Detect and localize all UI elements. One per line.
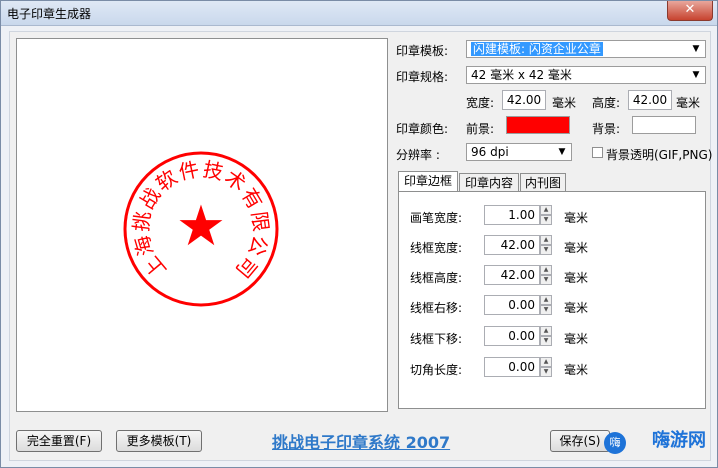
width-unit: 毫米 [552, 96, 577, 110]
seal-ring-char: 挑 [129, 210, 155, 233]
height-input[interactable]: 42.00 [628, 90, 672, 110]
fg-color-swatch[interactable] [506, 116, 570, 134]
color-label: 印章颜色: [396, 122, 449, 136]
frame-width-unit: 毫米 [564, 241, 589, 255]
corner-length-stepper[interactable]: 0.00 ▲ ▼ [484, 357, 552, 377]
spin-down-icon[interactable]: ▼ [540, 275, 552, 285]
seal-ring-char: 限 [247, 210, 273, 233]
spin-down-icon[interactable]: ▼ [540, 215, 552, 225]
template-select[interactable]: 闪建模板: 闪资企业公章 ▼ [466, 40, 706, 58]
spin-up-icon[interactable]: ▲ [540, 265, 552, 275]
corner-length-unit: 毫米 [564, 363, 589, 377]
spin-down-icon[interactable]: ▼ [540, 336, 552, 346]
spin-down-icon[interactable]: ▼ [540, 305, 552, 315]
tab-inner-image[interactable]: 内刊图 [520, 173, 566, 191]
size-label: 印章规格: [396, 70, 449, 84]
bg-label: 背景: [592, 122, 621, 136]
pen-width-input[interactable]: 1.00 [484, 205, 540, 225]
client-area: ★ 上海挑战软件技术有限公司 印章模板: 闪建模板: 闪资企业公章 ▼ 印章规格:… [9, 31, 713, 461]
width-label: 宽度: [466, 96, 495, 110]
spin-up-icon[interactable]: ▲ [540, 295, 552, 305]
frame-width-label: 线框宽度: [410, 241, 463, 255]
frame-width-input[interactable]: 42.00 [484, 235, 540, 255]
pen-width-stepper[interactable]: 1.00 ▲ ▼ [484, 205, 552, 225]
corner-length-input[interactable]: 0.00 [484, 357, 540, 377]
title-bar: 电子印章生成器 ✕ [1, 1, 717, 26]
window-title: 电子印章生成器 [7, 7, 92, 21]
chevron-down-icon[interactable]: ▼ [689, 68, 703, 82]
frame-right-label: 线框右移: [410, 301, 463, 315]
seal-graphic: ★上海挑战软件 技术有限公司 [123, 151, 279, 307]
spin-up-icon[interactable]: ▲ [540, 326, 552, 336]
template-select-value: 闪建模板: 闪资企业公章 [471, 42, 603, 56]
width-input[interactable]: 42.00 [502, 90, 546, 110]
height-label: 高度: [592, 96, 621, 110]
frame-right-stepper[interactable]: 0.00 ▲ ▼ [484, 295, 552, 315]
size-select[interactable]: 42 毫米 x 42 毫米 ▼ [466, 66, 706, 84]
more-templates-button[interactable]: 更多模板(T) [116, 430, 202, 452]
frame-down-label: 线框下移: [410, 332, 463, 346]
dpi-label: 分辨率 : [396, 148, 440, 162]
transparent-checkbox[interactable] [592, 147, 603, 158]
frame-down-input[interactable]: 0.00 [484, 326, 540, 346]
watermark-text: 嗨游网 [652, 430, 706, 451]
reset-button[interactable]: 完全重置(F) [16, 430, 102, 452]
seal-preview-canvas: ★ 上海挑战软件技术有限公司 [16, 38, 388, 412]
height-unit: 毫米 [676, 96, 701, 110]
seal-ring-char: 海 [130, 233, 159, 259]
frame-height-label: 线框高度: [410, 271, 463, 285]
pen-width-unit: 毫米 [564, 211, 589, 225]
spin-up-icon[interactable]: ▲ [540, 205, 552, 215]
save-button[interactable]: 保存(S) [550, 430, 610, 452]
spin-down-icon[interactable]: ▼ [540, 245, 552, 255]
frame-height-input[interactable]: 42.00 [484, 265, 540, 285]
dpi-select-value: 96 dpi [471, 145, 509, 159]
seal-ring-char: 技 [201, 157, 225, 185]
size-select-value: 42 毫米 x 42 毫米 [471, 68, 572, 82]
spin-up-icon[interactable]: ▲ [540, 235, 552, 245]
bg-color-swatch[interactable] [632, 116, 696, 134]
frame-right-unit: 毫米 [564, 301, 589, 315]
chevron-down-icon[interactable]: ▼ [689, 42, 703, 56]
chevron-down-icon[interactable]: ▼ [555, 145, 569, 159]
seal-star-icon: ★ [176, 194, 226, 259]
seal-ring-char: 件 [177, 157, 201, 185]
spin-up-icon[interactable]: ▲ [540, 357, 552, 367]
frame-height-unit: 毫米 [564, 271, 589, 285]
frame-down-stepper[interactable]: 0.00 ▲ ▼ [484, 326, 552, 346]
frame-down-unit: 毫米 [564, 332, 589, 346]
pen-width-label: 画笔宽度: [410, 211, 463, 225]
corner-length-label: 切角长度: [410, 363, 463, 377]
template-label: 印章模板: [396, 44, 449, 58]
dpi-select[interactable]: 96 dpi ▼ [466, 143, 572, 161]
system-title-link[interactable]: 挑战电子印章系统 2007 [272, 429, 450, 453]
frame-height-stepper[interactable]: 42.00 ▲ ▼ [484, 265, 552, 285]
tab-content[interactable]: 印章内容 [459, 173, 519, 191]
tab-border[interactable]: 印章边框 [398, 171, 458, 191]
spin-down-icon[interactable]: ▼ [540, 367, 552, 377]
close-button[interactable]: ✕ [667, 1, 713, 21]
frame-right-input[interactable]: 0.00 [484, 295, 540, 315]
transparent-label: 背景透明(GIF,PNG) [606, 148, 713, 162]
fg-label: 前景: [466, 122, 495, 136]
frame-width-stepper[interactable]: 42.00 ▲ ▼ [484, 235, 552, 255]
app-window: 电子印章生成器 ✕ ★ 上海挑战软件技术有限公司 印章模板: 闪建模板: 闪资企业… [0, 0, 718, 468]
watermark-logo: 嗨 [604, 432, 626, 454]
